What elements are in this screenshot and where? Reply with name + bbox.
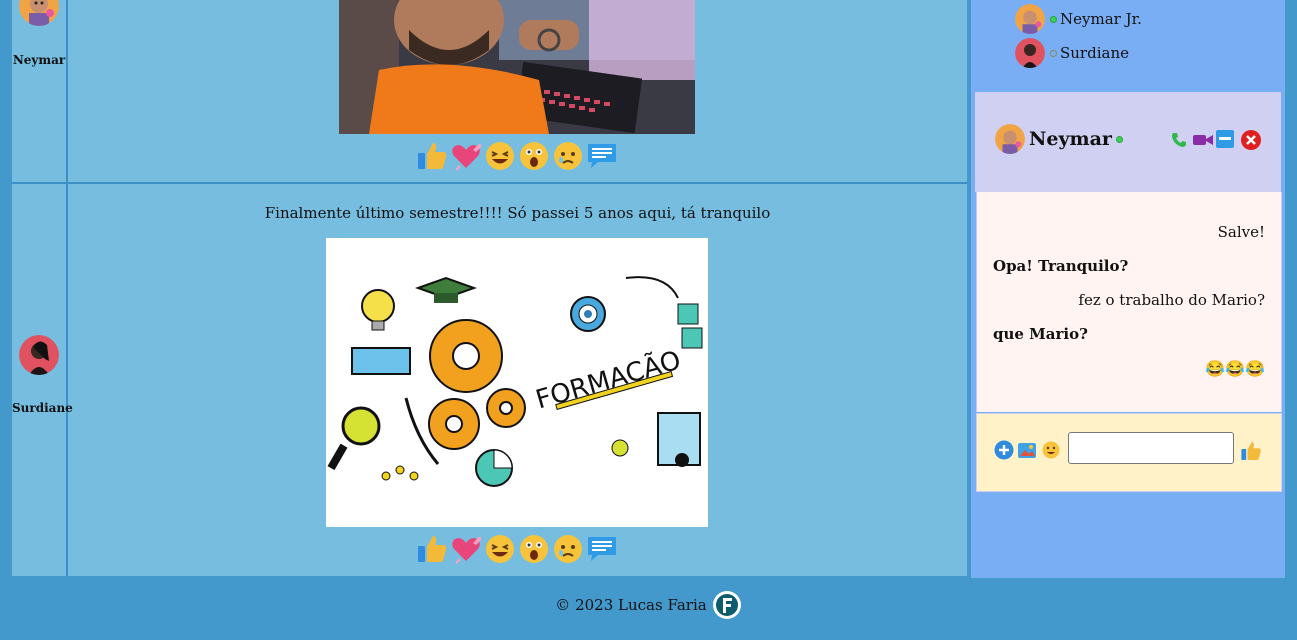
post-content: Finalmente último semestre!!!! Só passei… <box>68 184 967 576</box>
like-send-icon[interactable] <box>1240 440 1262 462</box>
chat-contact[interactable]: Neymar <box>995 124 1126 154</box>
neymar-avatar <box>995 124 1025 154</box>
post-author-name[interactable]: Neymar <box>12 53 66 67</box>
laugh-icon[interactable] <box>484 140 516 172</box>
offline-status-icon <box>1050 49 1057 57</box>
emoji-icon[interactable] <box>1042 441 1060 459</box>
feed: Neymar Surdiane Finalmente último semest… <box>12 0 967 576</box>
chat-header: Neymar <box>975 92 1281 192</box>
chat-window: Neymar Salve! Opa! Tranquilo? fez o trab… <box>975 92 1282 492</box>
chat-contact-name: Neymar <box>1029 128 1112 150</box>
chat-message-sent: Salve! <box>1217 223 1265 241</box>
post: Neymar <box>12 0 967 182</box>
online-contact-name: Neymar Jr. <box>1060 10 1142 28</box>
sad-icon[interactable] <box>552 533 584 565</box>
online-status-icon <box>1050 15 1057 23</box>
surdiane-avatar[interactable] <box>19 335 59 375</box>
post-content <box>68 0 967 182</box>
chat-message-received: que Mario? <box>993 325 1088 343</box>
phone-icon[interactable] <box>1171 132 1187 148</box>
neymar-avatar[interactable] <box>19 0 59 26</box>
post-author-name[interactable]: Surdiane <box>12 401 73 415</box>
image-icon[interactable] <box>1018 441 1038 459</box>
chat-messages: Salve! Opa! Tranquilo? fez o trabalho do… <box>976 192 1282 412</box>
video-call-icon[interactable] <box>1193 132 1213 148</box>
laugh-icon[interactable] <box>484 533 516 565</box>
reaction-bar <box>416 140 618 174</box>
logo-icon <box>712 590 742 620</box>
post: Surdiane Finalmente último semestre!!!! … <box>12 184 967 576</box>
post-author: Neymar <box>12 0 68 182</box>
sidebar: Neymar Jr. Surdiane Neymar Salve! Opa! T… <box>971 0 1285 578</box>
copyright-text: © 2023 Lucas Faria <box>555 596 707 614</box>
online-contact-name: Surdiane <box>1060 44 1129 62</box>
online-contact[interactable]: Surdiane <box>1015 38 1129 68</box>
add-icon[interactable] <box>994 440 1014 460</box>
chat-message-sent: 😂😂😂 <box>1205 359 1265 378</box>
neymar-avatar <box>1015 4 1045 34</box>
footer: © 2023 Lucas Faria <box>0 590 1297 620</box>
reaction-bar <box>416 533 618 567</box>
wow-icon[interactable] <box>518 140 550 172</box>
love-icon[interactable] <box>450 140 482 172</box>
minimize-icon[interactable] <box>1216 130 1234 148</box>
like-icon[interactable] <box>416 533 448 565</box>
love-icon[interactable] <box>450 533 482 565</box>
wow-icon[interactable] <box>518 533 550 565</box>
like-icon[interactable] <box>416 140 448 172</box>
chat-message-sent: fez o trabalho do Mario? <box>1078 291 1265 309</box>
online-contact[interactable]: Neymar Jr. <box>1015 4 1142 34</box>
post-photo[interactable] <box>339 0 695 134</box>
online-status-icon <box>1115 135 1123 143</box>
chat-composer <box>976 413 1282 492</box>
post-photo[interactable]: FORMAÇÃO <box>326 238 708 527</box>
comment-icon[interactable] <box>586 140 618 172</box>
post-caption: Finalmente último semestre!!!! Só passei… <box>264 204 771 222</box>
close-icon[interactable] <box>1240 129 1262 151</box>
post-author: Surdiane <box>12 184 73 576</box>
surdiane-avatar <box>1015 38 1045 68</box>
chat-message-received: Opa! Tranquilo? <box>993 257 1129 275</box>
comment-icon[interactable] <box>586 533 618 565</box>
chat-message-input[interactable] <box>1068 432 1234 464</box>
sad-icon[interactable] <box>552 140 584 172</box>
